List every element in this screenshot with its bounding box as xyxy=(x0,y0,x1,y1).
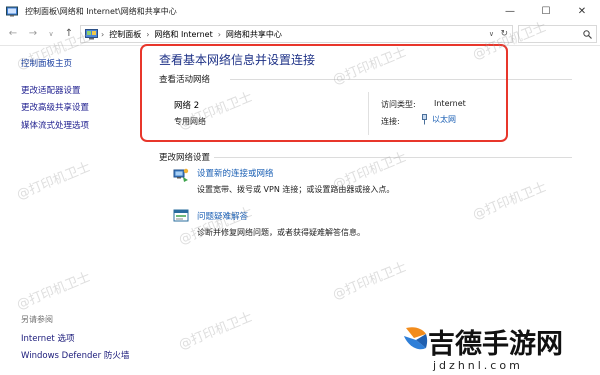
see-also-heading: 另请参阅 xyxy=(21,315,53,324)
sidebar-item-adapter-settings[interactable]: 更改适配器设置 xyxy=(21,84,81,96)
breadcrumb-separator: › xyxy=(217,29,221,39)
watermark: @打印机卫士 xyxy=(14,269,93,313)
breadcrumb-control-panel[interactable]: 控制面板 xyxy=(109,29,141,40)
control-panel-icon xyxy=(6,6,18,16)
minimize-button[interactable]: — xyxy=(492,0,528,22)
breadcrumb-sharing-center[interactable]: 网络和共享中心 xyxy=(226,29,282,40)
search-icon xyxy=(583,29,592,39)
address-bar[interactable]: › 控制面板 › 网络和 Internet › 网络和共享中心 ∨ ↻ xyxy=(80,25,513,43)
watermark: @打印机卫士 xyxy=(14,159,93,203)
logo-domain-text: jdzhnl.com xyxy=(433,359,523,372)
see-also-firewall[interactable]: Windows Defender 防火墙 xyxy=(21,349,129,361)
title-bar: 控制面板\网络和 Internet\网络和共享中心 — ☐ ✕ xyxy=(0,0,600,22)
change-settings-heading: 更改网络设置 xyxy=(159,153,211,163)
forward-button[interactable]: → xyxy=(26,26,40,42)
watermark: @打印机卫士 xyxy=(176,309,255,353)
breadcrumb-separator: › xyxy=(146,29,150,39)
logo-brand-text: 吉德手游网 xyxy=(428,329,563,360)
sidebar-item-advanced-sharing[interactable]: 更改高级共享设置 xyxy=(21,101,89,113)
sidebar-item-media-streaming[interactable]: 媒体流式处理选项 xyxy=(21,119,89,131)
breadcrumb-separator: › xyxy=(101,29,105,39)
setup-new-connection-link[interactable]: 设置新的连接或网络 xyxy=(197,167,274,179)
see-also-internet-options[interactable]: Internet 选项 xyxy=(21,332,74,344)
window-title: 控制面板\网络和 Internet\网络和共享中心 xyxy=(25,6,177,16)
new-connection-icon xyxy=(173,168,189,182)
close-button[interactable]: ✕ xyxy=(564,0,600,22)
site-logo: 吉德手游网 jdzhnl.com xyxy=(400,322,600,375)
window-controls: — ☐ ✕ xyxy=(492,0,600,22)
setup-new-connection-desc: 设置宽带、拨号或 VPN 连接；或设置路由器或接入点。 xyxy=(197,185,395,194)
breadcrumb-network-internet[interactable]: 网络和 Internet xyxy=(154,29,212,40)
troubleshoot-icon xyxy=(173,209,189,222)
back-button[interactable]: ← xyxy=(6,26,20,42)
watermark: @打印机卫士 xyxy=(470,179,549,223)
logo-mark-icon xyxy=(404,327,428,350)
watermark: @打印机卫士 xyxy=(330,259,409,303)
